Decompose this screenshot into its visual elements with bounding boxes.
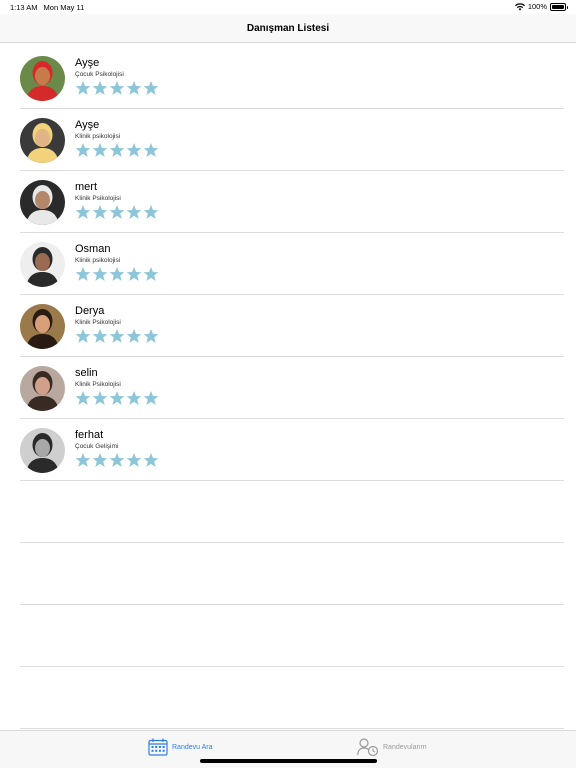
star-icon: [92, 81, 108, 95]
counselor-name: ferhat: [75, 429, 104, 441]
counselor-row[interactable]: selin Klinik Psikolojisi: [0, 357, 576, 419]
counselor-specialty: Çocuk Psikolojisi: [75, 71, 124, 78]
tab-label: Randevu Ara: [172, 743, 213, 751]
star-icon: [126, 391, 142, 405]
avatar: [20, 242, 65, 287]
star-icon: [92, 143, 108, 157]
star-icon: [92, 453, 108, 467]
star-icon: [143, 329, 159, 343]
star-icon: [92, 267, 108, 281]
star-icon: [109, 329, 125, 343]
star-icon: [92, 329, 108, 343]
counselor-specialty: Klinik Psikolojisi: [75, 195, 121, 202]
tab-label: Randevularım: [383, 743, 427, 751]
star-icon: [143, 453, 159, 467]
counselor-name: Derya: [75, 305, 105, 317]
counselor-row[interactable]: mert Klinik Psikolojisi: [0, 171, 576, 233]
star-icon: [75, 81, 91, 95]
battery-icon: [550, 2, 568, 11]
counselor-specialty: Çocuk Gelişimi: [75, 443, 119, 450]
avatar: [20, 56, 65, 101]
star-rating: [75, 266, 159, 282]
avatar: [20, 428, 65, 473]
star-rating: [75, 80, 159, 96]
star-icon: [126, 81, 142, 95]
user-clock-icon: [357, 738, 379, 756]
star-rating: [75, 390, 159, 406]
counselor-name: Ayşe: [75, 119, 100, 131]
star-icon: [75, 143, 91, 157]
star-icon: [126, 329, 142, 343]
counselor-row[interactable]: Ayşe Klinik psikolojisi: [0, 109, 576, 171]
star-icon: [143, 143, 159, 157]
star-icon: [143, 391, 159, 405]
star-icon: [126, 267, 142, 281]
star-rating: [75, 204, 159, 220]
empty-row: [0, 605, 576, 667]
counselor-specialty: Klinik Psikolojisi: [75, 381, 121, 388]
star-icon: [109, 205, 125, 219]
tab-randevularim[interactable]: Randevularım: [357, 738, 427, 756]
counselor-row[interactable]: ferhat Çocuk Gelişimi: [0, 419, 576, 481]
avatar: [20, 180, 65, 225]
star-icon: [126, 143, 142, 157]
wifi-icon: [514, 2, 525, 10]
avatar: [20, 366, 65, 411]
star-icon: [109, 143, 125, 157]
empty-row: [0, 543, 576, 605]
status-time: 1:13 AM: [10, 3, 38, 12]
star-icon: [75, 205, 91, 219]
star-icon: [92, 205, 108, 219]
tab-randevu-ara[interactable]: Randevu Ara: [148, 738, 212, 756]
star-icon: [75, 391, 91, 405]
avatar: [20, 304, 65, 349]
star-icon: [92, 391, 108, 405]
star-icon: [109, 453, 125, 467]
empty-row: [0, 667, 576, 729]
counselor-name: Osman: [75, 243, 111, 255]
star-icon: [109, 267, 125, 281]
status-bar: 1:13 AM Mon May 11 100%: [0, 0, 576, 14]
star-icon: [75, 329, 91, 343]
counselor-row[interactable]: Ayşe Çocuk Psikolojisi: [0, 47, 576, 109]
avatar: [20, 118, 65, 163]
star-rating: [75, 142, 159, 158]
navigation-bar: Danışman Listesi: [0, 14, 576, 43]
star-icon: [109, 81, 125, 95]
star-rating: [75, 452, 159, 468]
counselor-specialty: Klinik psikolojisi: [75, 133, 121, 140]
status-left: 1:13 AM Mon May 11: [10, 3, 84, 12]
counselor-name: mert: [75, 181, 97, 193]
status-date: Mon May 11: [43, 3, 85, 12]
counselor-row[interactable]: Derya Klinik Psikolojisi: [0, 295, 576, 357]
counselor-name: selin: [75, 367, 98, 379]
home-indicator: [200, 759, 377, 763]
star-icon: [75, 453, 91, 467]
star-icon: [143, 81, 159, 95]
star-icon: [75, 267, 91, 281]
star-icon: [109, 391, 125, 405]
counselor-name: Ayşe: [75, 57, 100, 69]
star-icon: [126, 205, 142, 219]
star-rating: [75, 328, 159, 344]
battery-percent: 100%: [527, 2, 547, 11]
counselor-list: Ayşe Çocuk Psikolojisi Ayşe Klinik psikoloj…: [0, 47, 576, 729]
calendar-icon: [148, 738, 168, 756]
page-title: Danışman Listesi: [246, 22, 330, 34]
star-icon: [143, 205, 159, 219]
counselor-row[interactable]: Osman Klinik psikolojisi: [0, 233, 576, 295]
empty-row: [0, 481, 576, 543]
star-icon: [126, 453, 142, 467]
status-right: 100%: [514, 2, 568, 11]
star-icon: [143, 267, 159, 281]
counselor-specialty: Klinik Psikolojisi: [75, 319, 121, 326]
counselor-specialty: Klinik psikolojisi: [75, 257, 121, 264]
